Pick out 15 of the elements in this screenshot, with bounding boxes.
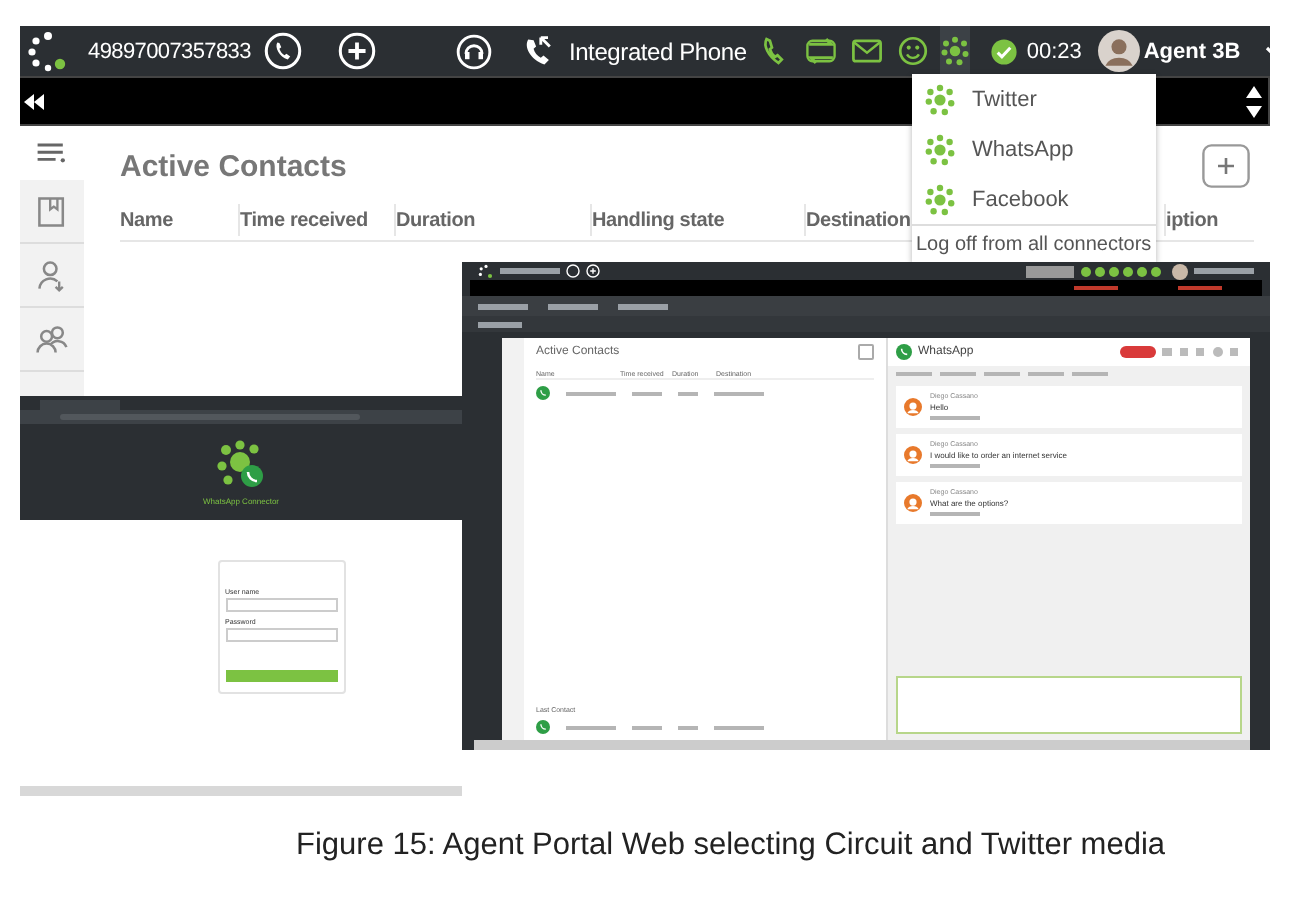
menu-item[interactable]: Twitter — [912, 74, 1156, 124]
column-header[interactable]: Time received — [240, 209, 368, 231]
phone-mode-label: Integrated Phone — [568, 37, 747, 65]
menu-item[interactable]: WhatsApp — [912, 124, 1156, 174]
column-header[interactable]: Handling state — [592, 209, 725, 231]
panel-title: Active Contacts — [120, 149, 347, 183]
call-timer: 00:23 — [1026, 39, 1082, 63]
column-header[interactable]: Name — [120, 209, 173, 231]
menu-item[interactable]: Facebook — [912, 174, 1156, 224]
column-header[interactable]: Destination — [806, 209, 911, 231]
column-header[interactable]: Duration — [396, 209, 476, 231]
agent-name: Agent 3B — [1143, 39, 1241, 63]
figure-caption: Figure 15: Agent Portal Web selecting Circuit and Twitter media — [296, 828, 1166, 864]
column-header[interactable]: iption — [1166, 209, 1219, 231]
phone-number: 49897007357833 — [88, 39, 251, 63]
